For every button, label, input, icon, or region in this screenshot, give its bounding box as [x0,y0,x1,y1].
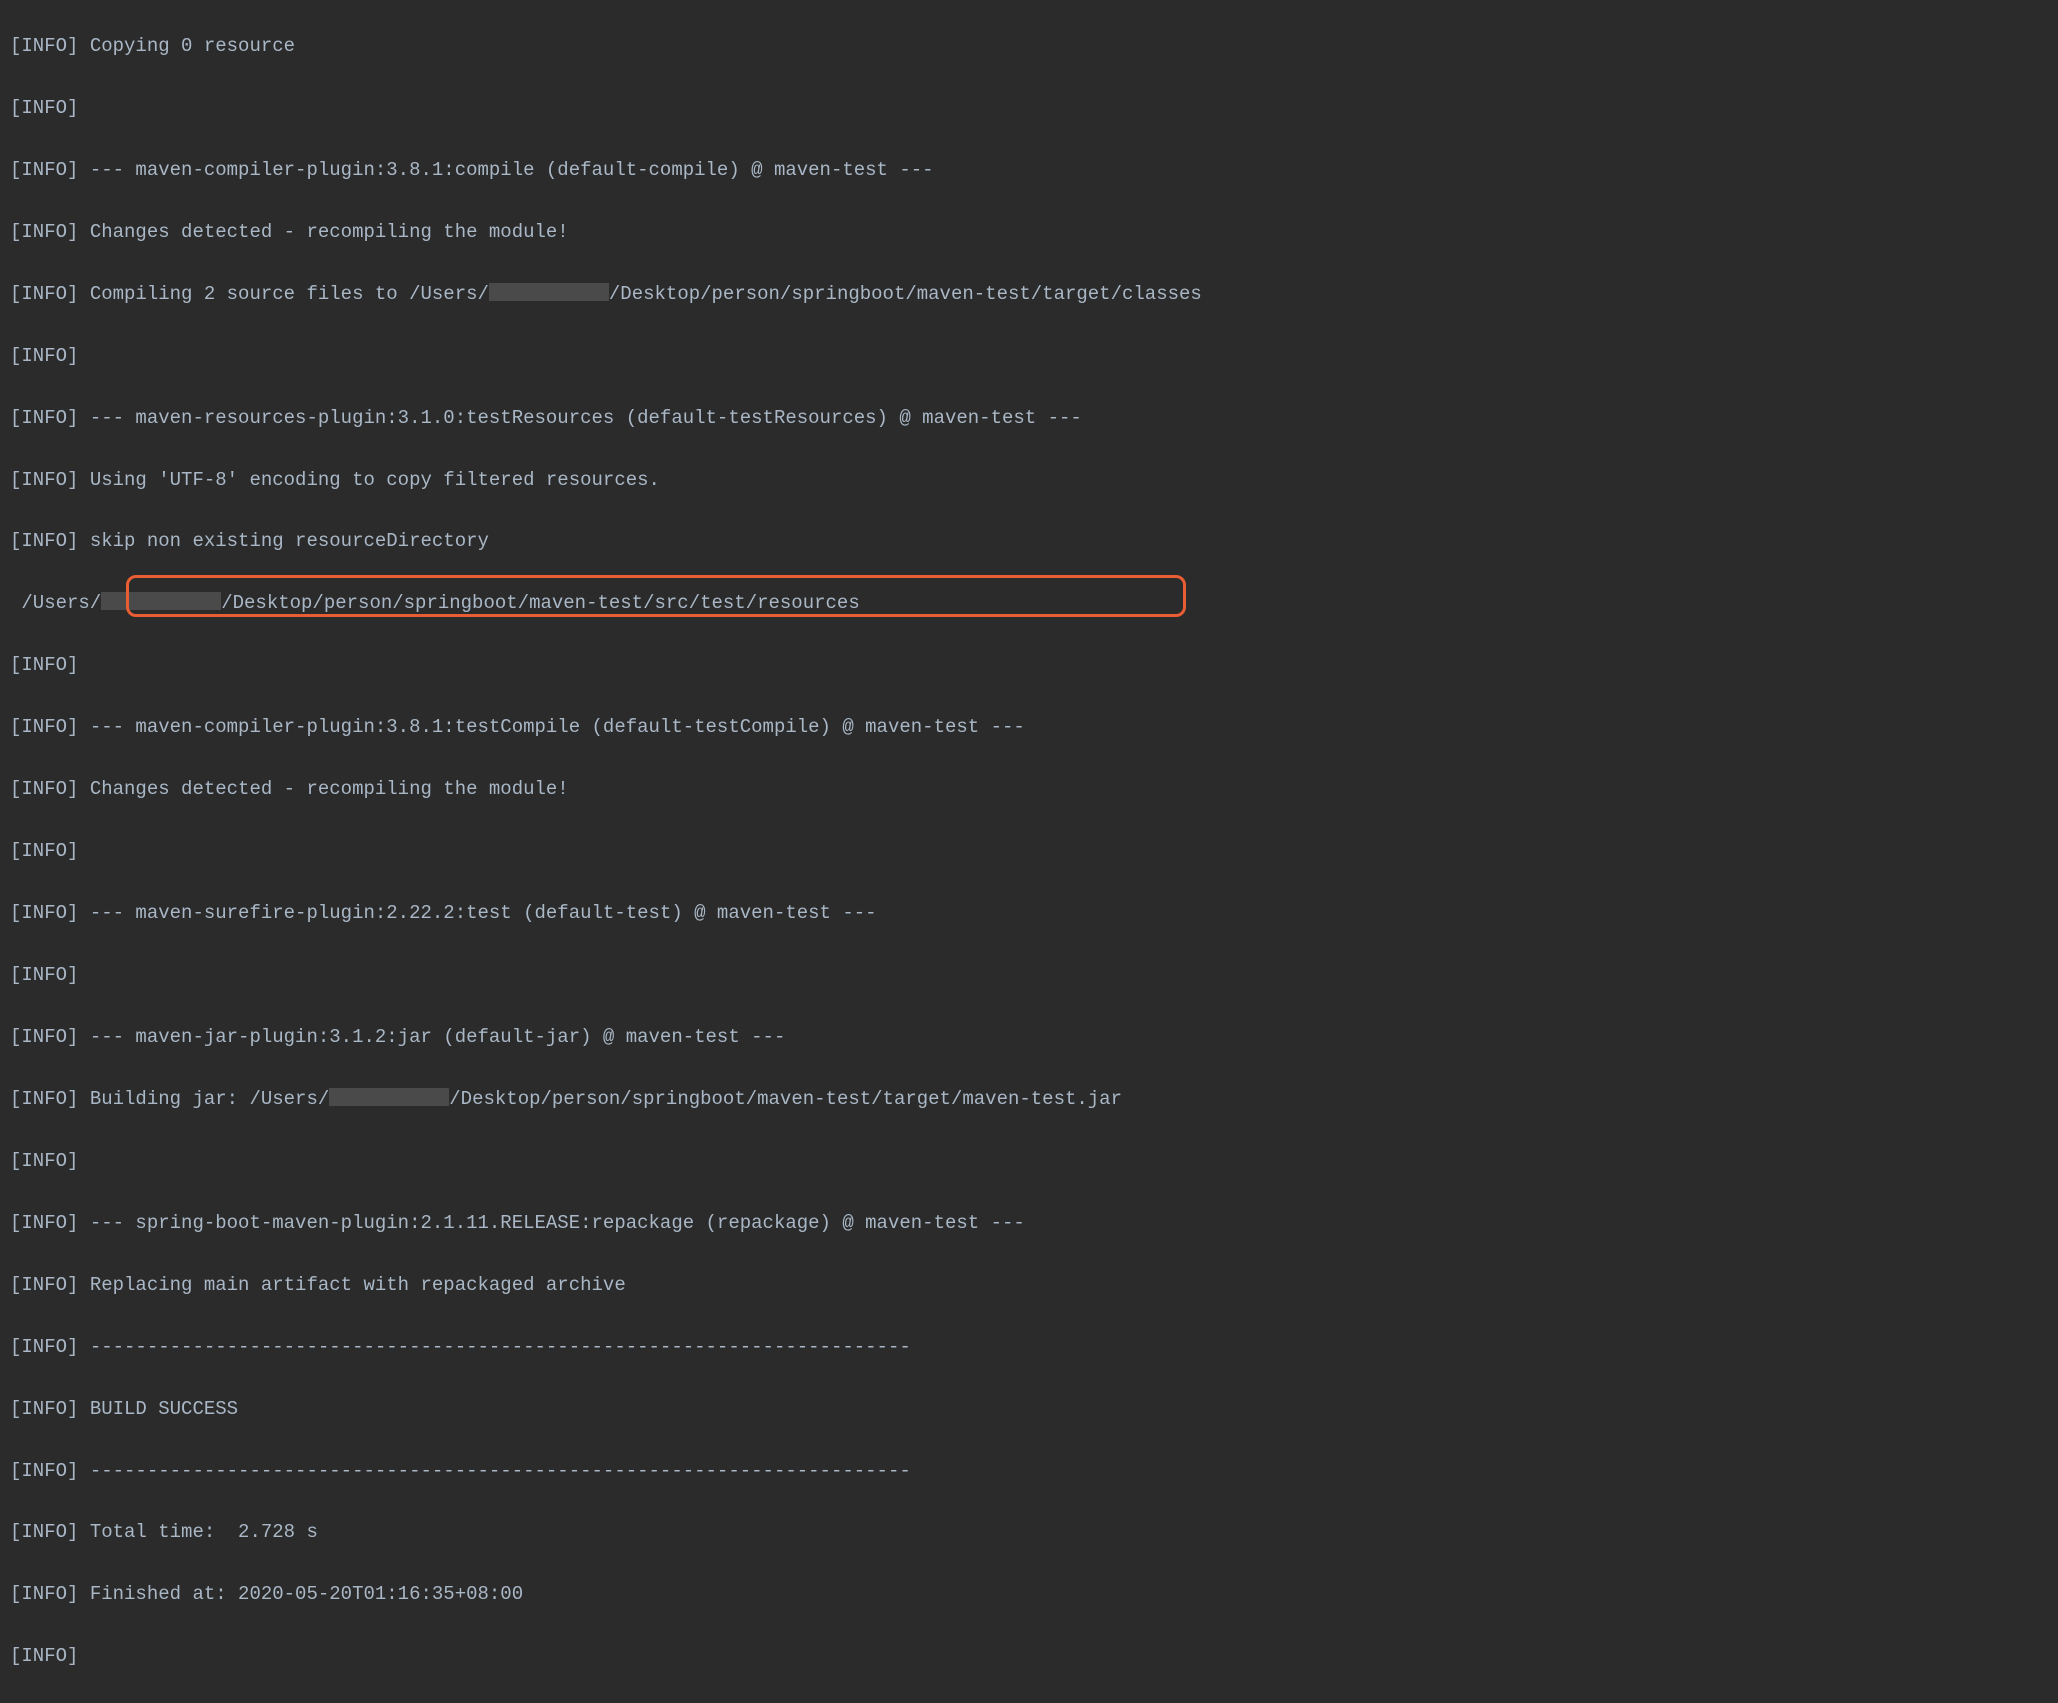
log-line: [INFO] [10,93,2048,124]
log-text: /Users/ [10,592,101,614]
log-line: [INFO] --- maven-compiler-plugin:3.8.1:c… [10,155,2048,186]
log-text: /Desktop/person/springboot/maven-test/ta… [609,283,1202,305]
log-line: [INFO] Finished at: 2020-05-20T01:16:35+… [10,1579,2048,1610]
log-prefix: [INFO] [10,1026,90,1048]
log-line: [INFO] --- maven-compiler-plugin:3.8.1:t… [10,712,2048,743]
log-text: /Desktop/person/springboot/maven-test/sr… [221,592,860,614]
log-text: Compiling 2 source files to /Users/ [90,283,489,305]
log-text: /Desktop/person/springboot/maven-test/ta… [449,1088,1122,1110]
log-prefix: [INFO] [10,469,90,491]
log-text: Changes detected - recompiling the modul… [90,778,569,800]
log-prefix: [INFO] [10,1645,90,1667]
log-prefix: [INFO] [10,283,90,305]
log-text: skip non existing resourceDirectory [90,530,489,552]
redacted-username [101,592,221,610]
log-line: [INFO] Using 'UTF-8' encoding to copy fi… [10,465,2048,496]
log-text: Building jar: /Users/ [90,1088,329,1110]
log-line: [INFO] [10,960,2048,991]
log-text: Total time: 2.728 s [90,1521,318,1543]
log-text: Finished at: 2020-05-20T01:16:35+08:00 [90,1583,523,1605]
log-line: [INFO] BUILD SUCCESS [10,1394,2048,1425]
log-prefix: [INFO] [10,778,90,800]
log-prefix: [INFO] [10,530,90,552]
log-text: --- maven-jar-plugin:3.1.2:jar (default-… [90,1026,786,1048]
log-line: [INFO] Copying 0 resource [10,31,2048,62]
log-prefix: [INFO] [10,902,90,924]
log-line: [INFO] skip non existing resourceDirecto… [10,526,2048,557]
log-prefix: [INFO] [10,716,90,738]
log-text: BUILD SUCCESS [90,1398,238,1420]
log-line: [INFO] Changes detected - recompiling th… [10,217,2048,248]
log-text: ----------------------------------------… [90,1460,911,1482]
log-prefix: [INFO] [10,221,90,243]
log-text: Using 'UTF-8' encoding to copy filtered … [90,469,660,491]
log-line: [INFO] Replacing main artifact with repa… [10,1270,2048,1301]
log-prefix: [INFO] [10,1583,90,1605]
log-text: Changes detected - recompiling the modul… [90,221,569,243]
log-text: Copying 0 resource [90,35,295,57]
log-line: [INFO] [10,1146,2048,1177]
log-line: [INFO] ---------------------------------… [10,1456,2048,1487]
log-prefix: [INFO] [10,1150,90,1172]
log-prefix: [INFO] [10,840,90,862]
log-text: --- spring-boot-maven-plugin:2.1.11.RELE… [90,1212,1025,1234]
log-line: [INFO] [10,836,2048,867]
log-text: --- maven-compiler-plugin:3.8.1:compile … [90,159,934,181]
log-prefix: [INFO] [10,1212,90,1234]
log-line: [INFO] --- maven-resources-plugin:3.1.0:… [10,403,2048,434]
log-text: --- maven-compiler-plugin:3.8.1:testComp… [90,716,1025,738]
log-line: /Users/ /Desktop/person/springboot/maven-… [10,588,2048,619]
log-text: Replacing main artifact with repackaged … [90,1274,626,1296]
log-prefix: [INFO] [10,1274,90,1296]
log-prefix: [INFO] [10,345,90,367]
log-prefix: [INFO] [10,97,90,119]
log-text: --- maven-resources-plugin:3.1.0:testRes… [90,407,1082,429]
log-prefix: [INFO] [10,407,90,429]
log-line: [INFO] Changes detected - recompiling th… [10,774,2048,805]
log-line: [INFO] --- maven-jar-plugin:3.1.2:jar (d… [10,1022,2048,1053]
log-prefix: [INFO] [10,35,90,57]
log-line: [INFO] Compiling 2 source files to /User… [10,279,2048,310]
log-prefix: [INFO] [10,964,90,986]
redacted-username [489,283,609,301]
log-line: [INFO] Building jar: /Users/ /Desktop/per… [10,1084,2048,1115]
log-prefix: [INFO] [10,1336,90,1358]
log-line: [INFO] [10,341,2048,372]
log-line-highlighted: [INFO] --- spring-boot-maven-plugin:2.1.… [10,1208,2048,1239]
log-prefix: [INFO] [10,1460,90,1482]
log-prefix: [INFO] [10,1088,90,1110]
log-line: [INFO] [10,650,2048,681]
terminal-output: [INFO] Copying 0 resource [INFO] [INFO] … [0,0,2058,1703]
log-prefix: [INFO] [10,1521,90,1543]
log-prefix: [INFO] [10,1398,90,1420]
redacted-username [329,1088,449,1106]
log-prefix: [INFO] [10,654,90,676]
log-prefix: [INFO] [10,159,90,181]
log-line: [INFO] [10,1641,2048,1672]
log-text: ----------------------------------------… [90,1336,911,1358]
log-line: [INFO] Total time: 2.728 s [10,1517,2048,1548]
log-line: [INFO] ---------------------------------… [10,1332,2048,1363]
log-text: --- maven-surefire-plugin:2.22.2:test (d… [90,902,877,924]
log-line: [INFO] --- maven-surefire-plugin:2.22.2:… [10,898,2048,929]
